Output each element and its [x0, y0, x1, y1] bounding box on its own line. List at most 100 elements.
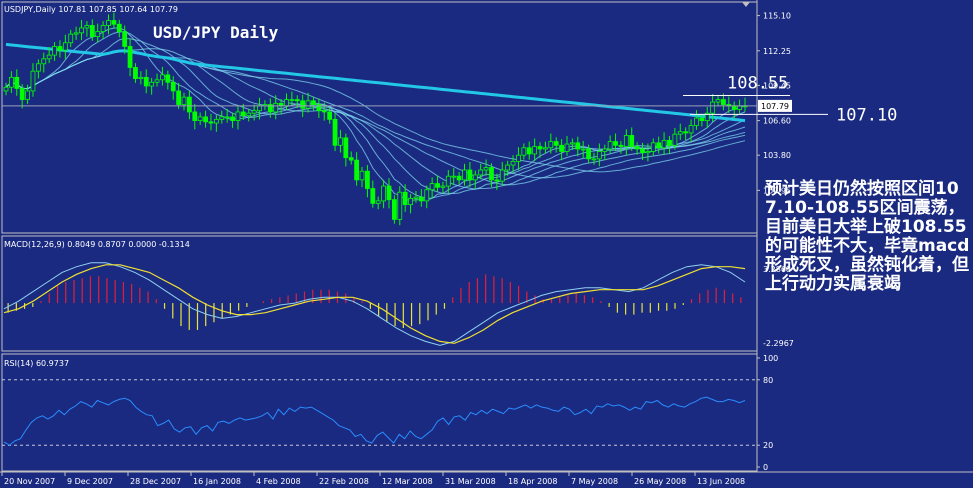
- candle-body: [79, 27, 84, 34]
- x-tick-label: 12 Mar 2008: [382, 477, 433, 486]
- candle-body: [208, 121, 214, 124]
- candle-body: [138, 76, 144, 79]
- x-tick-label: 31 Mar 2008: [445, 477, 496, 486]
- candle-body: [3, 86, 9, 92]
- candle-body: [294, 99, 300, 102]
- candle-body: [613, 141, 618, 146]
- candle-body: [564, 143, 570, 152]
- rsi-tick-label: 0: [763, 463, 768, 472]
- candle-body: [160, 74, 165, 81]
- candle-body: [68, 33, 74, 44]
- candle-body: [89, 25, 95, 37]
- candle-body: [224, 116, 230, 119]
- candle-body: [677, 131, 683, 135]
- candle-body: [623, 135, 629, 147]
- candle-body: [596, 151, 602, 160]
- candle-body: [429, 183, 435, 191]
- candle-body: [569, 142, 575, 145]
- price-tick-label: 115.10: [763, 12, 791, 21]
- price-header: USDJPY,Daily 107.81 107.85 107.64 107.79: [4, 5, 178, 14]
- candle-body: [106, 20, 111, 26]
- candle-body: [559, 144, 564, 152]
- candle-body: [418, 196, 424, 202]
- candle-body: [289, 99, 295, 101]
- analysis-note: 预计美日仍然按照区间107.10-108.55区间震荡，目前美日大举上破108.…: [765, 179, 970, 294]
- candle-body: [721, 99, 726, 105]
- candle-body: [683, 131, 689, 134]
- candle-body: [494, 179, 500, 182]
- candle-body: [553, 141, 559, 146]
- candle-body: [354, 159, 360, 181]
- candle-body: [650, 142, 656, 152]
- candle-body: [52, 46, 57, 56]
- candle-body: [645, 151, 651, 154]
- candle-body: [332, 118, 338, 146]
- candle-body: [688, 125, 694, 134]
- candle-body: [25, 90, 30, 100]
- candle-body: [543, 147, 548, 150]
- x-tick-label: 22 Feb 2008: [319, 477, 369, 486]
- candle-body: [510, 160, 516, 166]
- x-tick-label: 18 Apr 2008: [508, 477, 557, 486]
- price-tick-label: 103.80: [763, 151, 791, 160]
- candle-body: [343, 137, 349, 159]
- candle-body: [41, 58, 47, 65]
- candle-body: [219, 116, 225, 120]
- price-tick-label: 109.45: [763, 81, 791, 90]
- x-tick-label: 20 Nov 2007: [4, 477, 55, 486]
- candle-body: [451, 175, 457, 178]
- candle-body: [327, 111, 333, 120]
- candle-body: [133, 67, 138, 79]
- candle-body: [187, 96, 192, 113]
- candle-body: [537, 146, 543, 150]
- candle-body: [575, 142, 581, 150]
- x-tick-label: 16 Jan 2008: [193, 477, 241, 486]
- candle-body: [602, 148, 608, 152]
- candle-body: [100, 25, 106, 33]
- chart-title: USD/JPY Daily: [153, 23, 279, 42]
- candle-body: [521, 147, 527, 156]
- candle-body: [370, 188, 376, 204]
- candle-body: [365, 170, 370, 189]
- candle-body: [95, 31, 101, 37]
- candle-body: [122, 31, 128, 47]
- candle-body: [408, 198, 413, 205]
- candle-body: [197, 116, 203, 121]
- candle-body: [149, 81, 155, 87]
- last-price-label: 107.79: [761, 102, 789, 111]
- candle-body: [154, 79, 160, 83]
- candle-body: [348, 157, 354, 161]
- candle-body: [246, 112, 252, 117]
- candle-body: [656, 142, 662, 149]
- candle-body: [46, 54, 52, 60]
- candle-body: [30, 70, 36, 92]
- candle-body: [667, 139, 672, 146]
- price-tick-label: 106.60: [763, 117, 791, 126]
- candle-body: [445, 175, 451, 187]
- candle-body: [586, 148, 591, 160]
- candle-body: [618, 144, 624, 147]
- candle-body: [375, 200, 381, 204]
- candle-body: [694, 117, 699, 126]
- candle-body: [73, 32, 79, 35]
- macd-header: MACD(12,26,9) 0.8049 0.8707 0.0000 -0.13…: [4, 240, 190, 249]
- candle-body: [165, 74, 171, 83]
- candle-body: [143, 76, 149, 87]
- candle-body: [424, 189, 430, 202]
- candle-body: [489, 167, 494, 181]
- candle-body: [629, 135, 635, 147]
- candle-body: [235, 111, 241, 121]
- candle-body: [580, 148, 586, 151]
- macd-tick-bottom: -2.2967: [763, 339, 794, 348]
- candle-body: [462, 169, 467, 181]
- candle-body: [192, 111, 198, 121]
- candle-body: [499, 169, 505, 182]
- candle-body: [607, 141, 613, 150]
- candle-body: [672, 133, 678, 146]
- x-tick-label: 9 Dec 2007: [67, 477, 113, 486]
- candle-body: [472, 174, 478, 181]
- x-tick-label: 7 May 2008: [571, 477, 618, 486]
- candle-body: [321, 110, 327, 113]
- candle-body: [483, 167, 489, 171]
- rsi-header: RSI(14) 60.9737: [4, 359, 69, 368]
